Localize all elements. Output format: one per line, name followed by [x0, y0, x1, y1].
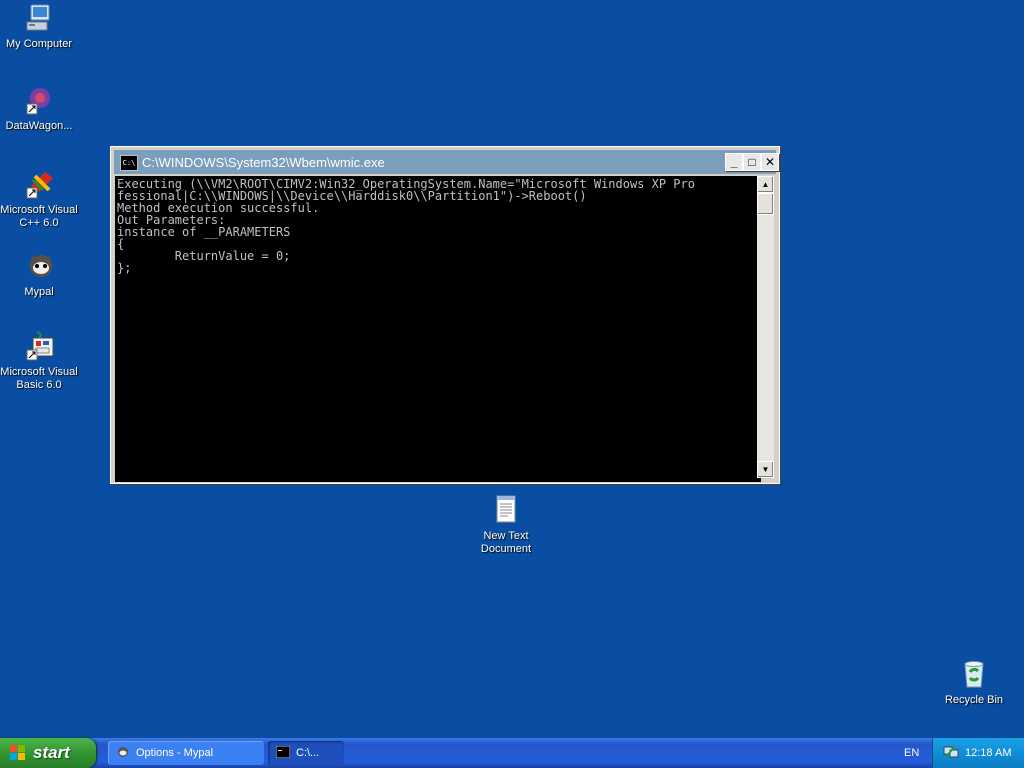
desktop-icon-my-computer[interactable]: My Computer	[0, 2, 79, 51]
vertical-scrollbar[interactable]: ▲ ▼	[757, 176, 774, 478]
desktop-icon-visual-basic[interactable]: Microsoft Visual Basic 6.0	[0, 330, 79, 392]
desktop-icon-label: New Text Document	[480, 530, 532, 555]
console-output[interactable]: Executing (\\VM2\ROOT\CIMV2:Win32_Operat…	[115, 176, 761, 482]
desktop-icon-label: Microsoft Visual Basic 6.0	[0, 366, 78, 391]
desktop-icon-datawagon[interactable]: DataWagon...	[0, 84, 79, 133]
my-computer-icon	[23, 2, 55, 34]
clock[interactable]: 12:18 AM	[965, 747, 1011, 759]
desktop-icon-label: My Computer	[5, 38, 73, 50]
desktop-icon-label: DataWagon...	[5, 120, 73, 132]
console-app-icon[interactable]: C:\	[120, 155, 138, 171]
visual-cpp-icon	[23, 168, 55, 200]
desktop-icon-label: Mypal	[24, 286, 54, 298]
taskbar: start Options - Mypal C:\... EN 12:18 AM	[0, 738, 1024, 768]
console-window[interactable]: C:\ C:\WINDOWS\System32\Wbem\wmic.exe _ …	[110, 146, 780, 484]
start-button[interactable]: start	[0, 738, 96, 768]
start-label: start	[33, 743, 70, 762]
maximize-button[interactable]: □	[743, 153, 761, 171]
text-document-icon	[490, 494, 522, 526]
desktop-icon-label: Recycle Bin	[944, 694, 1004, 706]
close-button[interactable]: ✕	[761, 153, 779, 171]
taskbar-item-console[interactable]: C:\...	[268, 741, 344, 765]
desktop-icon-mypal[interactable]: Mypal	[0, 250, 79, 299]
mypal-icon	[23, 250, 55, 282]
scroll-down-arrow-icon[interactable]: ▼	[757, 461, 774, 478]
taskbar-item-label: Options - Mypal	[136, 747, 214, 759]
window-titlebar[interactable]: C:\ C:\WINDOWS\System32\Wbem\wmic.exe _ …	[114, 150, 779, 174]
taskbar-item-label: C:\...	[296, 747, 320, 759]
desktop-icon-recycle-bin[interactable]: Recycle Bin	[934, 658, 1014, 707]
window-title: C:\WINDOWS\System32\Wbem\wmic.exe	[142, 155, 385, 170]
minimize-button[interactable]: _	[725, 153, 743, 171]
console-app-icon	[275, 745, 291, 759]
language-indicator[interactable]: EN	[904, 747, 919, 759]
taskbar-item-mypal[interactable]: Options - Mypal	[108, 741, 264, 765]
visual-basic-icon	[23, 330, 55, 362]
system-tray: 12:18 AM	[932, 738, 1024, 768]
network-icon[interactable]	[943, 745, 959, 759]
desktop-icon-visual-cpp[interactable]: Microsoft Visual C++ 6.0	[0, 168, 79, 230]
scroll-thumb[interactable]	[757, 193, 774, 215]
scroll-up-arrow-icon[interactable]: ▲	[757, 176, 774, 193]
desktop-icon-label: Microsoft Visual C++ 6.0	[0, 204, 78, 229]
mypal-icon	[116, 746, 130, 758]
datawagon-icon	[23, 84, 55, 116]
windows-flag-icon	[10, 745, 26, 761]
desktop-icon-new-text-document[interactable]: New Text Document	[466, 494, 546, 556]
recycle-bin-icon	[958, 658, 990, 690]
